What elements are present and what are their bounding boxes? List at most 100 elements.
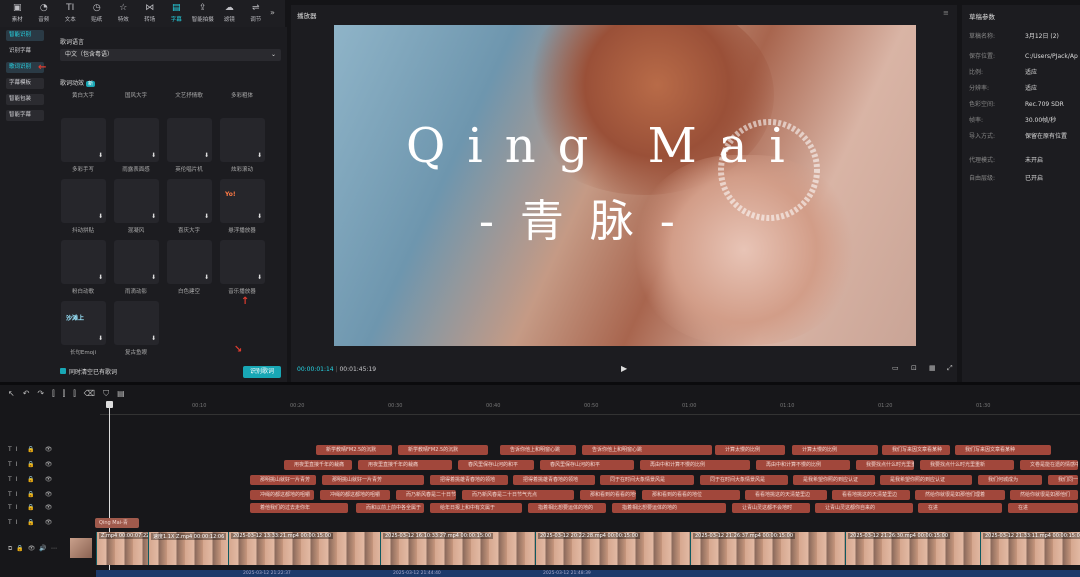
caption-clip[interactable]: 我要找点什么时光里重新 <box>920 460 1014 470</box>
nav-smart-recognize[interactable]: 智能识别 <box>6 30 44 41</box>
clear-lyrics-checkbox[interactable]: 同时清空已有歌词 <box>60 367 117 376</box>
split-right-icon[interactable]: ⫿ <box>73 389 84 398</box>
select-tool-icon[interactable]: ↖ <box>8 389 23 398</box>
tool-media[interactable]: ▣ 素材 <box>4 0 31 27</box>
download-icon[interactable]: ⬇ <box>98 274 103 281</box>
crop-icon[interactable]: ▦ <box>929 364 936 372</box>
caption-clip[interactable]: 告诉你他上和明窗心跳 <box>582 445 712 455</box>
caption-clip[interactable]: 计算太慢的比例 <box>792 445 878 455</box>
caption-clip[interactable]: 那明挑山就好一片青芳 <box>322 475 424 485</box>
tool-text[interactable]: TI 文本 <box>57 0 84 27</box>
caption-clip[interactable]: 指着相比想要运体的地的 <box>612 503 726 513</box>
caption-clip[interactable]: 在进 <box>918 503 1002 513</box>
lyrics-anim-card[interactable]: ⬇ <box>114 118 159 162</box>
caption-clip[interactable]: 再由中和计算不慢的比例 <box>756 460 850 470</box>
video-clip[interactable]: 2025-03-12 21:26:37.mp4 00:00:15:00 <box>690 532 845 565</box>
download-icon[interactable]: ⬇ <box>98 213 103 220</box>
tool-effect[interactable]: ☆ 特效 <box>110 0 137 27</box>
nav-recognize-subtitles[interactable]: 识别字幕 <box>6 46 44 57</box>
lyrics-anim-card[interactable]: ⬇ <box>114 240 159 284</box>
aspect-ratio-icon[interactable]: ▭ <box>892 364 899 372</box>
lyrics-anim-card-label[interactable]: 国风大字 <box>106 91 166 99</box>
redo-icon[interactable]: ↷ <box>37 389 52 398</box>
download-icon[interactable]: ⬇ <box>98 335 103 342</box>
caption-clip[interactable]: 给年日报上和中有文属于 <box>430 503 522 513</box>
title-clip[interactable]: Qing Mai-青 <box>95 518 139 528</box>
video-clip[interactable]: 2025-03-12 21:26:30.mp4 00:00:15:00 <box>845 532 980 565</box>
caption-clip[interactable]: 指着相比想要运体的地的 <box>528 503 606 513</box>
caption-clip[interactable]: 用夜里直接千年的裁痛 <box>358 460 452 470</box>
caption-track-icon[interactable]: ▤ <box>117 389 133 398</box>
caption-clip[interactable]: 那和看到的看看的地位 <box>580 490 636 500</box>
download-icon[interactable]: ⬇ <box>257 213 262 220</box>
caption-clip[interactable]: 冲绳的都这都地的咀嚼 <box>250 490 314 500</box>
tool-caption[interactable]: ▤ 字幕 <box>163 0 190 27</box>
download-icon[interactable]: ⬇ <box>151 274 156 281</box>
tool-smart[interactable]: ⇪ 智能拍摄 <box>190 0 217 27</box>
lyrics-anim-card[interactable]: ⬇ <box>61 240 106 284</box>
nav-smart-package[interactable]: 智能包装 <box>6 94 44 105</box>
video-clip[interactable]: 2025-03-12 20:22:28.mp4 00:00:15:00 <box>535 532 690 565</box>
lyrics-anim-card[interactable]: ⬇ <box>114 179 159 223</box>
caption-clip[interactable]: 同于在时间大象情景风是 <box>600 475 694 485</box>
download-icon[interactable]: ⬇ <box>151 335 156 342</box>
lyrics-anim-card[interactable]: ⬇ <box>61 179 106 223</box>
caption-clip[interactable]: 让青山灵这都不会地时 <box>732 503 810 513</box>
download-icon[interactable]: ⬇ <box>151 152 156 159</box>
caption-clip[interactable]: 我们何城成为 <box>978 475 1042 485</box>
lyrics-anim-card[interactable]: ⬇ <box>167 118 212 162</box>
caption-clip[interactable]: 那明挑山就好一片青芳 <box>250 475 316 485</box>
video-clip[interactable]: 2025-03-12 16:10:33:27.mp4 00:00:15:00 <box>380 532 535 565</box>
video-clip[interactable]: 速度1.1X Z.mp4 00:00:12:06 <box>148 532 228 565</box>
lyrics-anim-card-label[interactable]: 黄白大字 <box>53 91 113 99</box>
fullscreen-icon[interactable]: ⤢ <box>947 364 953 373</box>
caption-clip[interactable]: 告诉你他上和明窗心跳 <box>500 445 576 455</box>
play-icon[interactable]: ▶ <box>621 364 627 373</box>
lyrics-anim-card[interactable]: Yo! ⬇ <box>220 179 265 223</box>
caption-clip[interactable]: 看看地挑这的天清楚里边 <box>832 490 910 500</box>
caption-clip[interactable]: 我要找点什么时光里重新 <box>856 460 914 470</box>
caption-clip[interactable]: 而和以前上前中各全属于 <box>356 503 424 513</box>
caption-clip[interactable]: 同于在时间大象情景风是 <box>700 475 788 485</box>
video-clip[interactable]: 2025-03-12 21:33:11.mp4 00:00:15:00 <box>980 532 1080 565</box>
download-icon[interactable]: ⬇ <box>257 152 262 159</box>
lyrics-anim-card-label[interactable]: 多彩粗体 <box>212 91 272 99</box>
tool-sticker[interactable]: ◷ 贴纸 <box>84 0 111 27</box>
lyrics-anim-card[interactable]: 沙滩上 ⬇ <box>61 301 106 345</box>
download-icon[interactable]: ⬇ <box>151 213 156 220</box>
caption-clip[interactable]: 新学教晴FM2.5的沉默 <box>316 445 392 455</box>
caption-clip[interactable]: 把得着挑雄青春地的领地 <box>430 475 508 485</box>
nav-caption-template[interactable]: 字幕模板 <box>6 78 44 89</box>
lyrics-anim-card[interactable]: ⬇ <box>61 118 106 162</box>
caption-clip[interactable]: 我们写来因文章看某种 <box>882 445 950 455</box>
caption-clip[interactable]: 计算太慢的比例 <box>715 445 785 455</box>
tool-adjust[interactable]: ⇌ 调节 <box>243 0 270 27</box>
download-icon[interactable]: ⬇ <box>98 152 103 159</box>
caption-clip[interactable]: 是我希望你照的到应认证 <box>880 475 972 485</box>
undo-icon[interactable]: ↶ <box>23 389 38 398</box>
caption-clip[interactable]: 用夜里直接千年的裁痛 <box>284 460 352 470</box>
delete-icon[interactable]: ⌫ <box>84 389 103 398</box>
caption-clip[interactable]: 我们写来因文章看某种 <box>955 445 1051 455</box>
nav-smart-caption[interactable]: 智能字幕 <box>6 110 44 121</box>
lyrics-anim-card-label[interactable]: 文艺抒情歌 <box>159 91 219 99</box>
video-preview[interactable]: Qing Mai -青脉- <box>334 25 916 346</box>
download-icon[interactable]: ⬇ <box>204 152 209 159</box>
lyrics-anim-card[interactable]: ⬇ <box>167 240 212 284</box>
caption-clip[interactable]: 春风里保存山河的和平 <box>458 460 534 470</box>
caption-clip[interactable]: 把得着挑雄青春地的领地 <box>513 475 595 485</box>
split-left-icon[interactable]: ⫿ <box>63 389 74 398</box>
lyrics-anim-card[interactable]: ⬇ <box>167 179 212 223</box>
caption-clip[interactable]: 我们同一 <box>1048 475 1078 485</box>
video-clip[interactable]: 2025-03-12 13:33:21.mp4 00:00:15:00 <box>228 532 380 565</box>
toolbar-more-icon[interactable]: » <box>270 8 275 17</box>
caption-clip[interactable]: 在进 <box>1008 503 1078 513</box>
video-clip[interactable]: Z.mp4 00:00:07:22 <box>96 532 152 565</box>
tool-filter[interactable]: ☁ 滤镜 <box>216 0 243 27</box>
caption-clip[interactable]: 看看地挑这的天清楚里边 <box>745 490 827 500</box>
shield-icon[interactable]: ⛉ <box>103 389 117 398</box>
caption-clip[interactable]: 让青山灵这都你自来的 <box>815 503 913 513</box>
timeline-ruler[interactable]: 00:10 00:20 00:30 00:40 00:50 01:00 01:10 01:20… <box>100 401 1080 415</box>
caption-clip[interactable]: 再由中和计算不慢的比例 <box>640 460 750 470</box>
caption-clip[interactable]: 然给你就很是如那他们 <box>1010 490 1078 500</box>
